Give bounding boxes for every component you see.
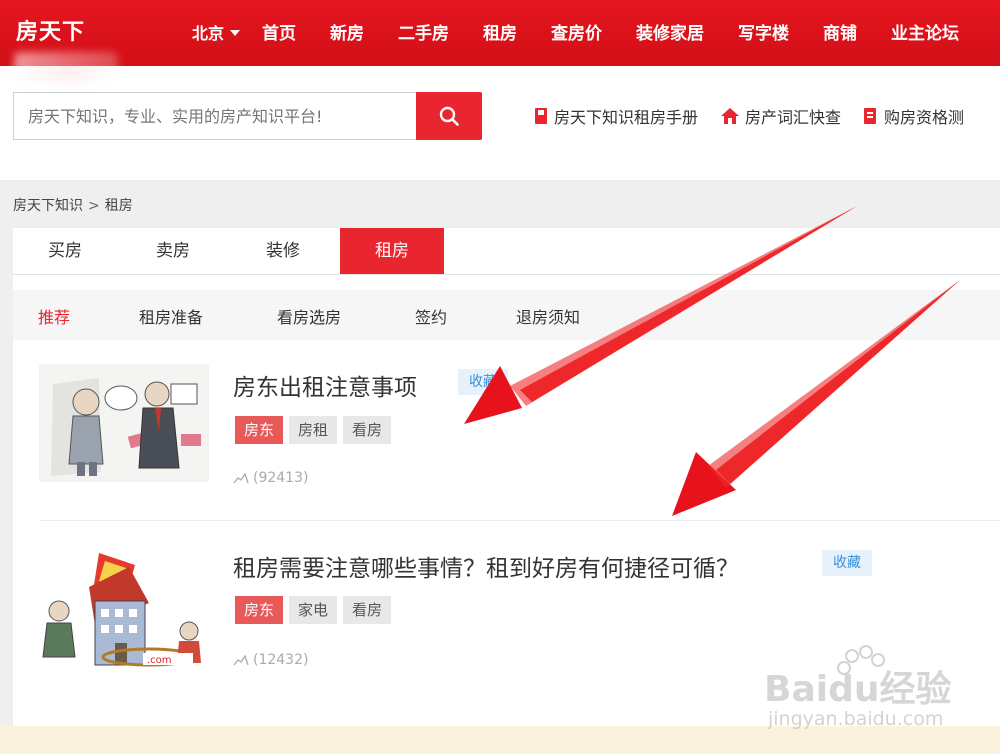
search-box — [13, 92, 416, 140]
nav-home[interactable]: 首页 — [262, 22, 296, 46]
subtab-rent-prep[interactable]: 租房准备 — [139, 304, 203, 328]
category-tabs: 买房 卖房 装修 租房 — [13, 228, 1000, 275]
quick-link-eligibility[interactable]: 购房资格测 — [863, 104, 964, 128]
favorite-button[interactable]: 收藏 — [458, 369, 508, 395]
nav-owner-forum[interactable]: 业主论坛 — [891, 22, 959, 46]
tag-landlord[interactable]: 房东 — [235, 416, 284, 444]
chevron-down-icon — [230, 30, 241, 36]
quick-link-glossary[interactable]: 房产词汇快查 — [720, 104, 841, 128]
search-button[interactable] — [416, 92, 482, 140]
left-gutter — [0, 228, 13, 728]
trend-icon — [233, 654, 249, 666]
tab-decoration[interactable]: 装修 — [231, 228, 335, 274]
favorite-button[interactable]: 收藏 — [822, 550, 872, 576]
main-nav: 首页 新房 二手房 租房 查房价 装修家居 写字楼 商铺 业主论坛 — [262, 22, 993, 46]
tag-landlord[interactable]: 房东 — [235, 596, 284, 624]
nav-shops[interactable]: 商铺 — [823, 22, 857, 46]
document-edit-icon — [864, 108, 877, 124]
tag-appliances[interactable]: 家电 — [289, 596, 338, 624]
city-label: 北京 — [192, 24, 225, 43]
article-tags: 房东 家电 看房 — [235, 596, 397, 624]
nav-second-hand[interactable]: 二手房 — [398, 22, 449, 46]
quick-link-rent-handbook[interactable]: 房天下知识租房手册 — [533, 104, 698, 128]
article-item: 房东出租注意事项 收藏 房东 房租 看房 (92413) — [13, 340, 1000, 520]
house-icon — [721, 108, 740, 124]
trend-icon — [233, 472, 249, 484]
subtab-contract[interactable]: 签约 — [415, 304, 447, 328]
watermark-brand: Baidu经验 — [764, 669, 952, 710]
article-title[interactable]: 房东出租注意事项 — [233, 368, 417, 402]
subtab-viewing[interactable]: 看房选房 — [277, 304, 341, 328]
nav-rent[interactable]: 租房 — [483, 22, 517, 46]
breadcrumb-home[interactable]: 房天下知识 — [13, 198, 83, 214]
view-count-value: (12432) — [253, 652, 309, 668]
view-count: (92413) — [233, 470, 308, 486]
subtab-recommended[interactable]: 推荐 — [38, 304, 70, 328]
search-input[interactable] — [26, 93, 410, 139]
breadcrumb-current[interactable]: 租房 — [105, 198, 133, 214]
watermark: Baidu经验 jingyan.baidu.com — [764, 645, 954, 738]
book-icon — [535, 108, 547, 124]
tag-rent[interactable]: 房租 — [289, 416, 338, 444]
nav-office[interactable]: 写字楼 — [738, 22, 789, 46]
view-count-value: (92413) — [253, 470, 309, 486]
tag-viewing[interactable]: 看房 — [343, 596, 392, 624]
article-thumbnail[interactable] — [39, 364, 209, 482]
tab-rent[interactable]: 租房 — [340, 228, 444, 274]
article-tags: 房东 房租 看房 — [235, 416, 397, 444]
site-logo[interactable]: 房天下 — [14, 16, 186, 82]
tab-buy[interactable]: 买房 — [13, 228, 117, 274]
article-title[interactable]: 租房需要注意哪些事情？租到好房有何捷径可循？ — [233, 549, 739, 583]
breadcrumb-band — [0, 180, 1000, 228]
top-nav-bar: 房天下 北京 首页 新房 二手房 租房 查房价 装修家居 写字楼 商铺 业主论坛 — [0, 0, 1000, 82]
svg-text:.com: .com — [147, 655, 172, 666]
subtab-checkout[interactable]: 退房须知 — [516, 304, 580, 328]
quick-link-label: 房产词汇快查 — [745, 108, 842, 127]
nav-price-check[interactable]: 查房价 — [551, 22, 602, 46]
landlord-cartoon-image — [39, 364, 209, 482]
search-icon — [439, 106, 459, 126]
logo-text: 房天下 — [16, 20, 86, 45]
nav-new-homes[interactable]: 新房 — [330, 22, 364, 46]
tab-sell[interactable]: 卖房 — [121, 228, 225, 274]
view-count: (12432) — [233, 652, 308, 668]
article-thumbnail[interactable]: .com — [39, 547, 209, 675]
quick-links: 房天下知识租房手册 房产词汇快查 购房资格测 — [533, 104, 986, 128]
logo-blurred-area — [14, 52, 118, 82]
city-selector[interactable]: 北京 — [192, 22, 241, 46]
sub-tabs: 推荐 租房准备 看房选房 签约 退房须知 — [13, 290, 1000, 340]
breadcrumb: 房天下知识 > 租房 — [13, 195, 133, 215]
tag-viewing[interactable]: 看房 — [343, 416, 392, 444]
quick-link-label: 购房资格测 — [884, 108, 965, 127]
quick-link-label: 房天下知识租房手册 — [554, 108, 699, 127]
nav-decoration[interactable]: 装修家居 — [636, 22, 704, 46]
watermark-url: jingyan.baidu.com — [768, 708, 944, 730]
rental-house-cartoon-image: .com — [39, 547, 209, 675]
breadcrumb-separator: > — [88, 198, 100, 214]
